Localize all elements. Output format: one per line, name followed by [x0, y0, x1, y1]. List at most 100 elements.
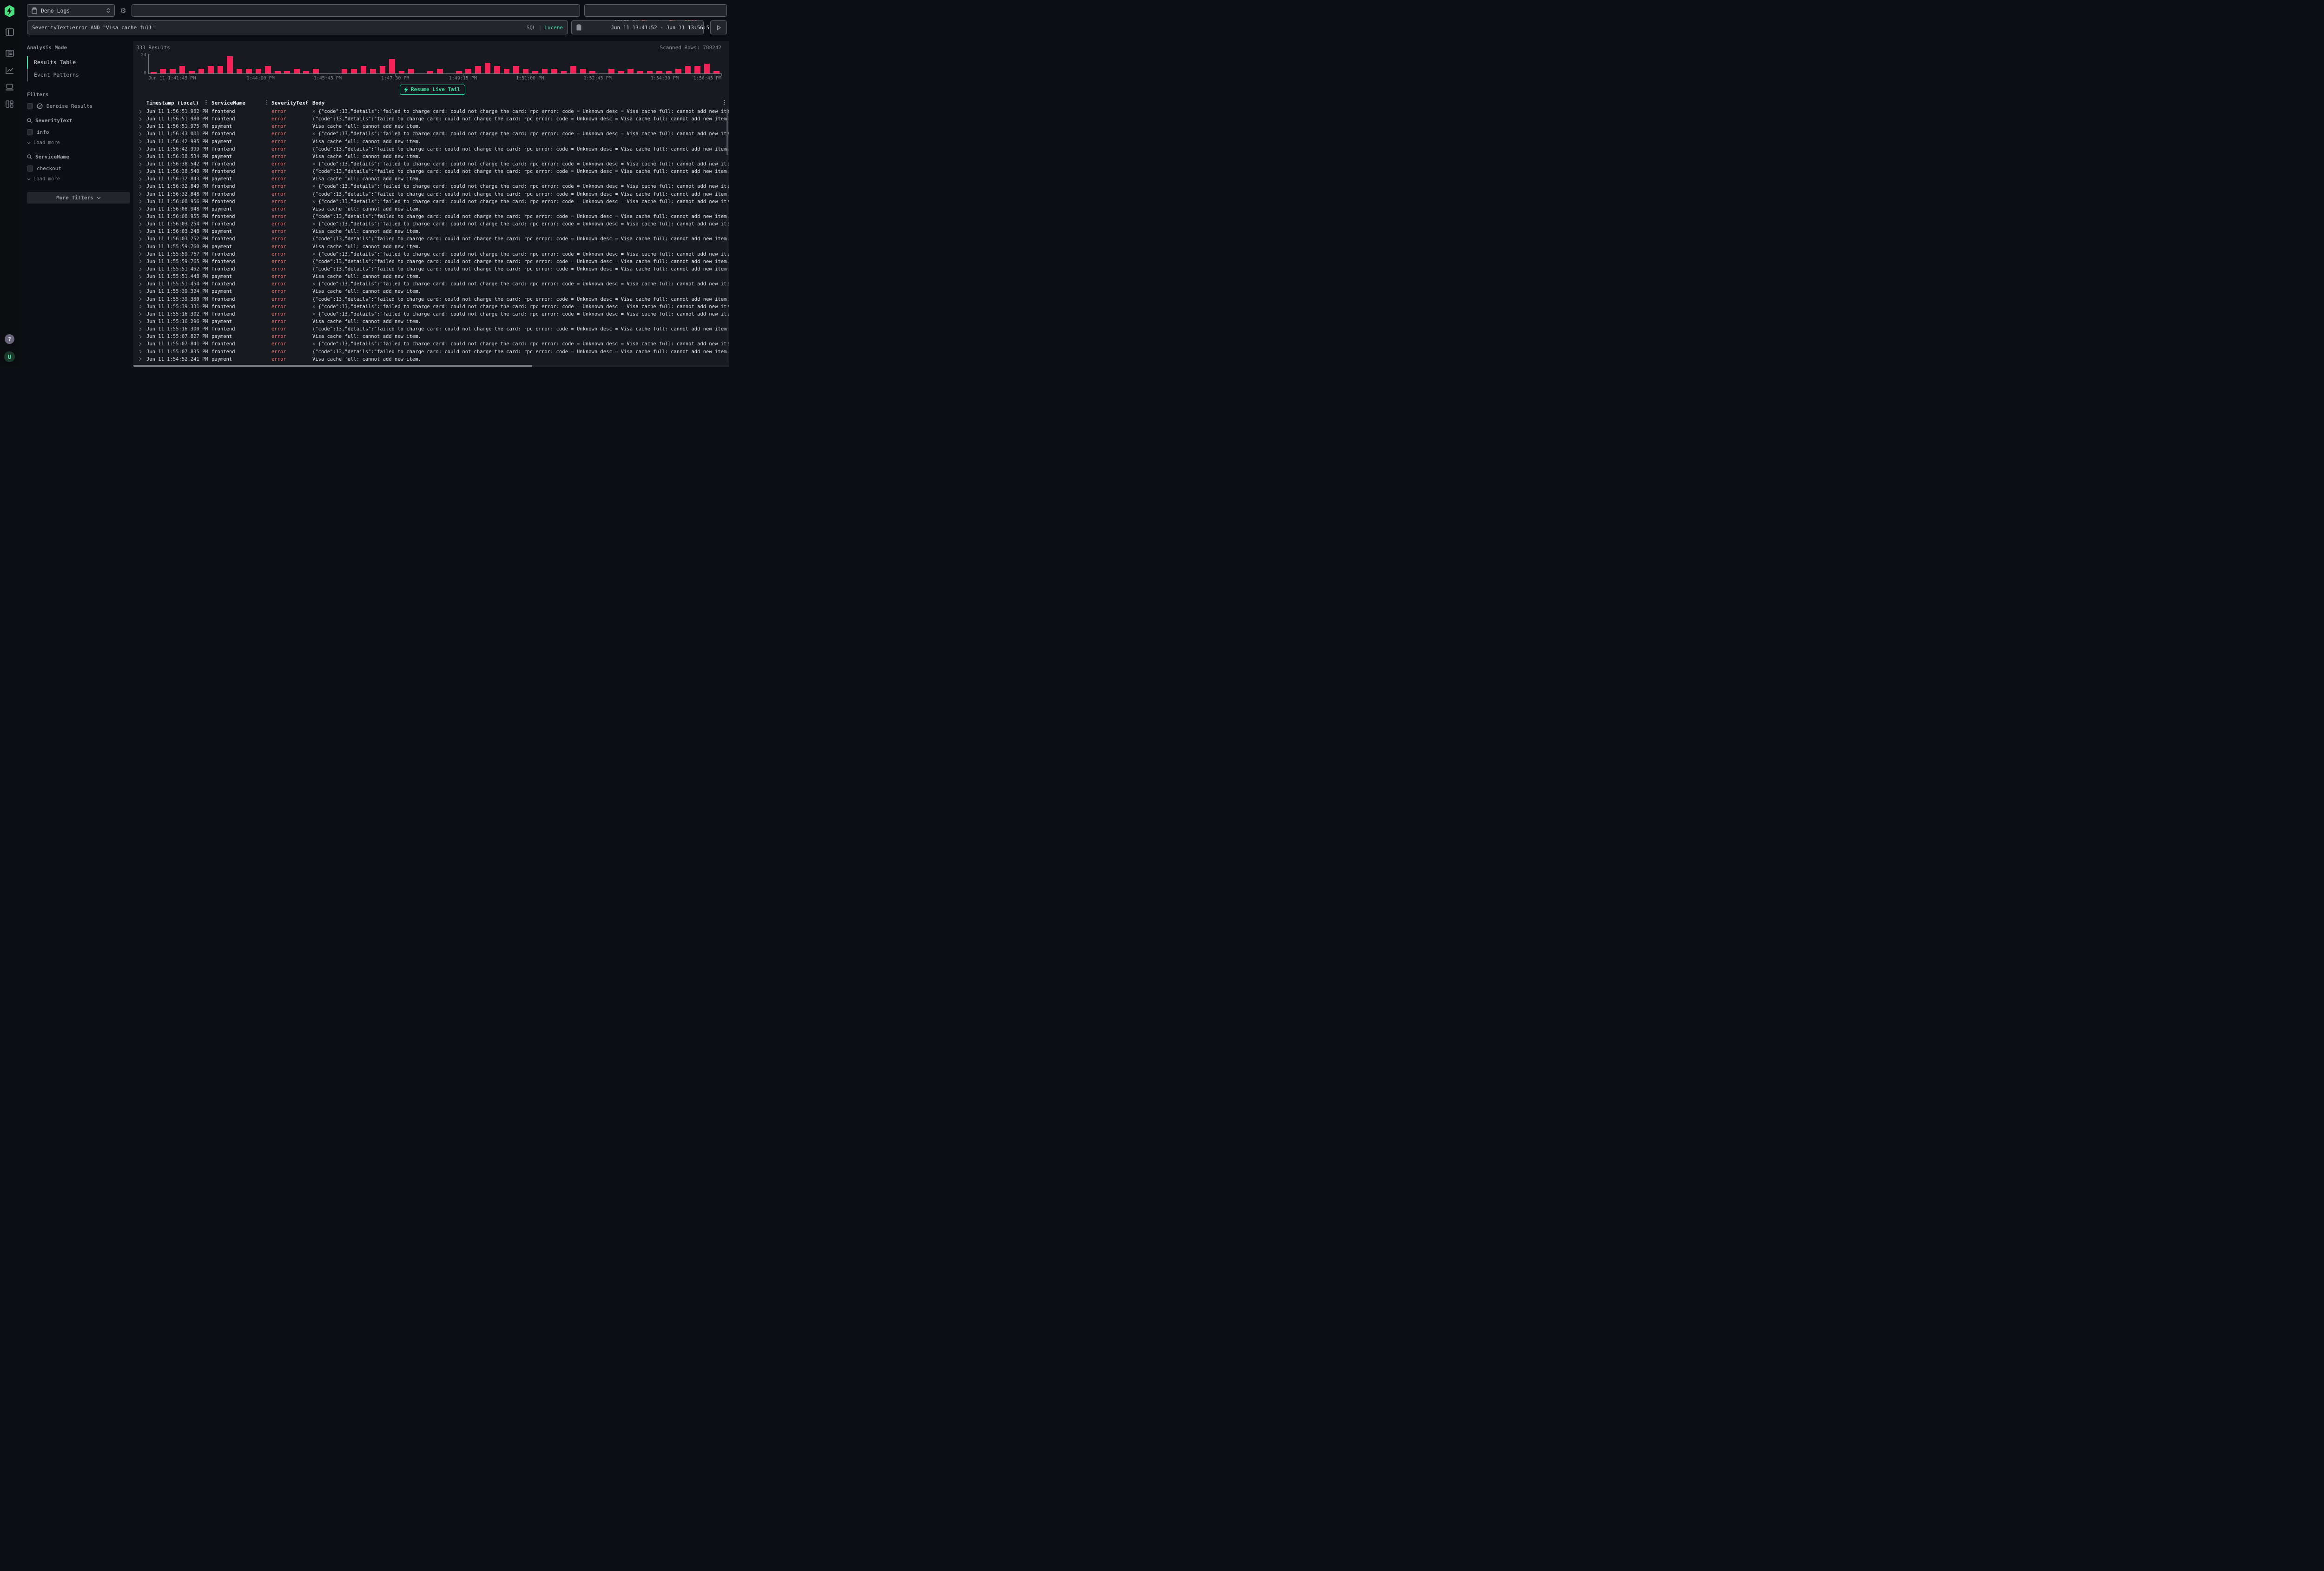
log-row[interactable]: Jun 11 1:55:16.300 PMfrontenderror{"code… — [139, 325, 729, 333]
col-body[interactable]: Body — [312, 100, 729, 106]
horizontal-scrollbar-thumb[interactable] — [133, 365, 532, 367]
log-row[interactable]: Jun 11 1:55:39.324 PMpaymenterrorVisa ca… — [139, 288, 729, 295]
expand-row-icon[interactable] — [139, 320, 146, 324]
gear-icon[interactable]: ⚙ — [119, 4, 127, 17]
log-row[interactable]: Jun 11 1:56:32.849 PMfrontenderror× {"co… — [139, 183, 729, 190]
expand-row-icon[interactable] — [139, 170, 146, 174]
log-row[interactable]: Jun 11 1:55:59.765 PMfrontenderror{"code… — [139, 258, 729, 265]
search-logs-icon[interactable] — [6, 50, 14, 57]
hyperdx-logo-icon[interactable] — [5, 5, 14, 17]
dashboards-icon[interactable] — [6, 100, 13, 108]
expand-row-icon[interactable] — [139, 350, 146, 354]
filter-checkbox[interactable] — [27, 165, 33, 172]
log-row[interactable]: Jun 11 1:55:07.835 PMfrontenderror{"code… — [139, 348, 729, 356]
log-row[interactable]: Jun 11 1:55:07.841 PMfrontenderror× {"co… — [139, 340, 729, 348]
log-row[interactable]: Jun 11 1:55:51.452 PMfrontenderror{"code… — [139, 265, 729, 273]
expand-row-icon[interactable] — [139, 275, 146, 279]
expand-row-icon[interactable] — [139, 139, 146, 144]
col-severitytext[interactable]: SeverityText — [271, 100, 312, 106]
run-query-button[interactable] — [710, 20, 727, 34]
expand-row-icon[interactable] — [139, 335, 146, 339]
log-row[interactable]: Jun 11 1:56:42.995 PMpaymenterrorVisa ca… — [139, 138, 729, 145]
log-row[interactable]: Jun 11 1:55:51.454 PMfrontenderror× {"co… — [139, 280, 729, 288]
log-row[interactable]: Jun 11 1:55:39.330 PMfrontenderror{"code… — [139, 296, 729, 303]
expand-row-icon[interactable] — [139, 154, 146, 158]
log-row[interactable]: Jun 11 1:56:08.955 PMfrontenderror{"code… — [139, 213, 729, 220]
more-filters-button[interactable]: More filters — [27, 192, 130, 204]
log-row[interactable]: Jun 11 1:55:39.331 PMfrontenderror× {"co… — [139, 303, 729, 310]
expand-row-icon[interactable] — [139, 267, 146, 271]
filter-option-checkout[interactable]: checkout — [27, 165, 128, 172]
log-row[interactable]: Jun 11 1:55:16.302 PMfrontenderror× {"co… — [139, 310, 729, 318]
log-row[interactable]: Jun 11 1:56:51.982 PMfrontenderror× {"co… — [139, 108, 729, 115]
log-row[interactable]: Jun 11 1:56:08.956 PMfrontenderror× {"co… — [139, 198, 729, 205]
resume-live-tail-button[interactable]: Resume Live Tail — [400, 85, 465, 95]
log-row[interactable]: Jun 11 1:56:38.534 PMpaymenterrorVisa ca… — [139, 153, 729, 160]
horizontal-scrollbar-track[interactable] — [133, 365, 729, 367]
expand-row-icon[interactable] — [139, 237, 146, 241]
log-row[interactable]: Jun 11 1:56:08.948 PMpaymenterrorVisa ca… — [139, 205, 729, 213]
expand-row-icon[interactable] — [139, 125, 146, 129]
expand-row-icon[interactable] — [139, 252, 146, 256]
expand-row-icon[interactable] — [139, 177, 146, 181]
expand-row-icon[interactable] — [139, 110, 146, 114]
expand-row-icon[interactable] — [139, 207, 146, 211]
expand-row-icon[interactable] — [139, 185, 146, 189]
log-row[interactable]: Jun 11 1:56:03.248 PMpaymenterrorVisa ca… — [139, 228, 729, 235]
expand-row-icon[interactable] — [139, 342, 146, 346]
col-servicename[interactable]: ServiceName — [211, 100, 271, 106]
expand-row-icon[interactable] — [139, 282, 146, 286]
log-row[interactable]: Jun 11 1:56:51.980 PMfrontenderror{"code… — [139, 115, 729, 123]
log-row[interactable]: Jun 11 1:54:52.241 PMpaymenterrorVisa ca… — [139, 356, 729, 363]
expand-row-icon[interactable] — [139, 297, 146, 301]
column-options-icon[interactable] — [724, 100, 725, 106]
collapse-panel-icon[interactable] — [6, 28, 14, 36]
column-resize-handle[interactable] — [307, 100, 308, 106]
log-row[interactable]: Jun 11 1:55:16.296 PMpaymenterrorVisa ca… — [139, 318, 729, 325]
log-row[interactable]: Jun 11 1:56:42.999 PMfrontenderror{"code… — [139, 145, 729, 153]
filter-checkbox[interactable] — [27, 129, 33, 135]
denoise-checkbox[interactable] — [27, 103, 33, 109]
lucene-mode-button[interactable]: Lucene — [544, 25, 563, 31]
expand-row-icon[interactable] — [139, 312, 146, 316]
vertical-scrollbar-thumb[interactable] — [726, 109, 728, 155]
log-row[interactable]: Jun 11 1:56:03.254 PMfrontenderror× {"co… — [139, 220, 729, 228]
expand-row-icon[interactable] — [139, 244, 146, 249]
log-row[interactable]: Jun 11 1:55:59.760 PMpaymenterrorVisa ca… — [139, 243, 729, 251]
chart-explorer-icon[interactable] — [6, 66, 14, 74]
results-histogram[interactable]: 24 0 — [136, 54, 729, 74]
expand-row-icon[interactable] — [139, 357, 146, 361]
search-input[interactable]: SeverityText:error AND "Visa cache full"… — [27, 20, 568, 34]
filter-group-name[interactable]: SeverityText — [27, 118, 128, 124]
log-row[interactable]: Jun 11 1:56:03.252 PMfrontenderror{"code… — [139, 235, 729, 243]
expand-row-icon[interactable] — [139, 230, 146, 234]
log-row[interactable]: Jun 11 1:56:43.001 PMfrontenderror× {"co… — [139, 130, 729, 138]
log-row[interactable]: Jun 11 1:56:32.843 PMpaymenterrorVisa ca… — [139, 175, 729, 183]
column-resize-handle[interactable] — [266, 100, 267, 106]
sessions-icon[interactable] — [5, 84, 14, 91]
expand-row-icon[interactable] — [139, 199, 146, 204]
source-selector[interactable]: Demo Logs — [27, 4, 115, 17]
col-timestamp[interactable]: Timestamp (Local) — [146, 100, 211, 106]
filter-option-info[interactable]: info — [27, 129, 128, 135]
column-resize-handle[interactable] — [205, 100, 207, 106]
log-row[interactable]: Jun 11 1:55:59.767 PMfrontenderror× {"co… — [139, 251, 729, 258]
log-row[interactable]: Jun 11 1:55:07.827 PMpaymenterrorVisa ca… — [139, 333, 729, 340]
log-row[interactable]: Jun 11 1:56:51.975 PMpaymenterrorVisa ca… — [139, 123, 729, 130]
user-avatar[interactable]: U — [4, 351, 15, 362]
expand-row-icon[interactable] — [139, 222, 146, 226]
expand-row-icon[interactable] — [139, 215, 146, 219]
filter-group-name[interactable]: ServiceName — [27, 154, 128, 160]
denoise-results-toggle[interactable]: Denoise Results — [27, 103, 128, 109]
log-row[interactable]: Jun 11 1:55:51.448 PMpaymenterrorVisa ca… — [139, 273, 729, 280]
sql-mode-button[interactable]: SQL — [527, 25, 536, 31]
help-button[interactable]: ? — [5, 334, 14, 344]
load-more-button[interactable]: Load more — [27, 140, 128, 145]
load-more-button[interactable]: Load more — [27, 176, 128, 182]
select-clause-input[interactable]: SELECT Timestamp, ServiceName, SeverityT… — [132, 4, 580, 17]
log-row[interactable]: Jun 11 1:56:32.848 PMfrontenderror{"code… — [139, 191, 729, 198]
expand-row-icon[interactable] — [139, 192, 146, 196]
log-row[interactable]: Jun 11 1:56:38.540 PMfrontenderror{"code… — [139, 168, 729, 175]
histogram-plot[interactable] — [148, 54, 721, 74]
analysis-mode-event-patterns[interactable]: Event Patterns — [27, 69, 128, 81]
